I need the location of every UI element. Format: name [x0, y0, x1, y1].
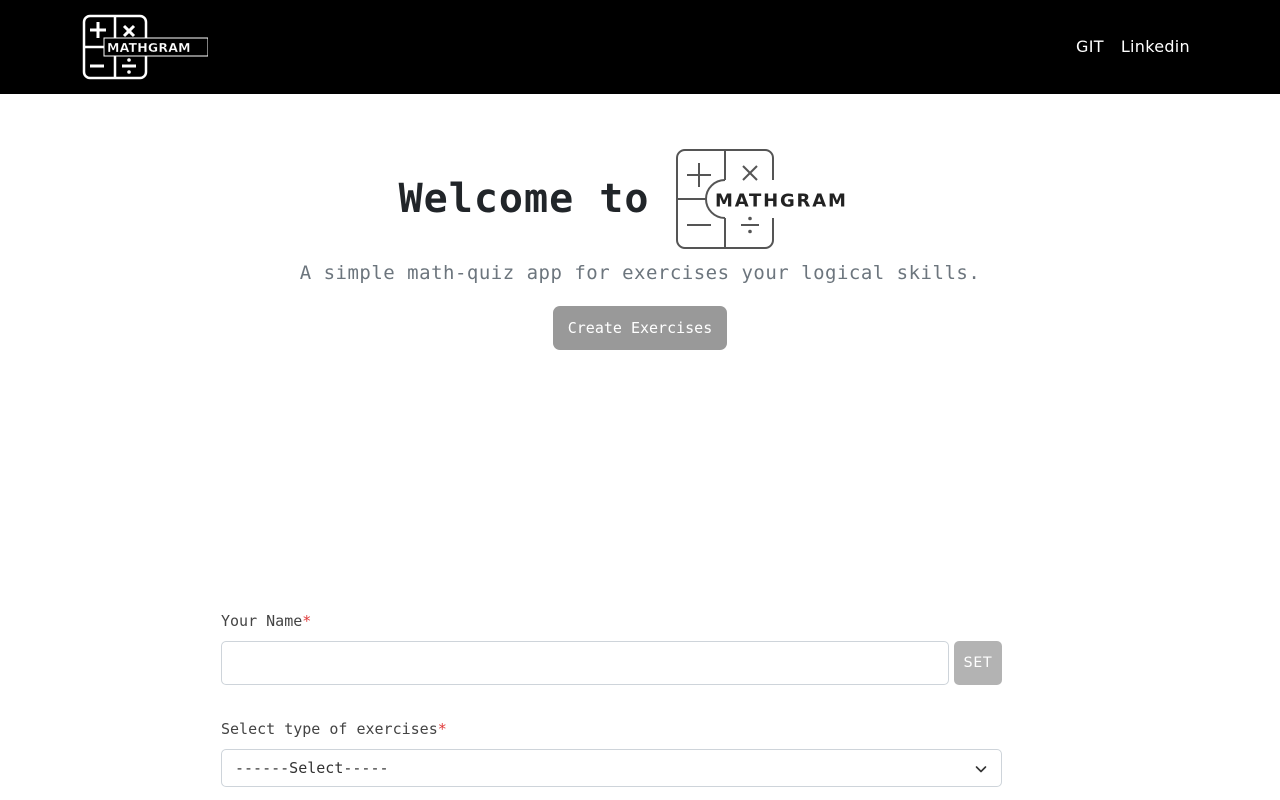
top-navbar: MATHGRAM GIT Linkedin	[0, 0, 1280, 94]
required-mark: *	[302, 612, 312, 630]
name-label-text: Your Name	[221, 612, 303, 630]
name-input[interactable]	[221, 641, 949, 685]
exercise-type-label-text: Select type of exercises	[221, 720, 438, 738]
required-mark: *	[437, 720, 447, 738]
welcome-title: Welcome to	[398, 176, 650, 222]
nav-link-linkedin[interactable]: Linkedin	[1121, 36, 1190, 58]
header-logo-text: MATHGRAM	[107, 40, 191, 55]
name-label: Your Name*	[221, 612, 311, 630]
set-name-button[interactable]: SET	[954, 641, 1002, 685]
nav-link-git[interactable]: GIT	[1076, 36, 1104, 58]
hero-logo-text: MATHGRAM	[715, 191, 848, 212]
mathgram-logo-icon: MATHGRAM	[676, 149, 876, 249]
mathgram-logo-icon[interactable]: MATHGRAM	[82, 14, 208, 80]
create-exercises-button[interactable]: Create Exercises	[553, 306, 727, 350]
hero-subtitle: A simple math-quiz app for exercises you…	[299, 262, 981, 284]
exercise-type-label: Select type of exercises*	[221, 720, 447, 738]
chevron-down-icon	[975, 766, 987, 773]
exercise-type-select[interactable]: ------Select-----	[221, 749, 1002, 787]
exercise-type-selected-value: ------Select-----	[235, 759, 389, 777]
hero-heading: Welcome to MATHGRAM	[0, 148, 1280, 250]
header-nav: GIT Linkedin	[1076, 36, 1190, 58]
